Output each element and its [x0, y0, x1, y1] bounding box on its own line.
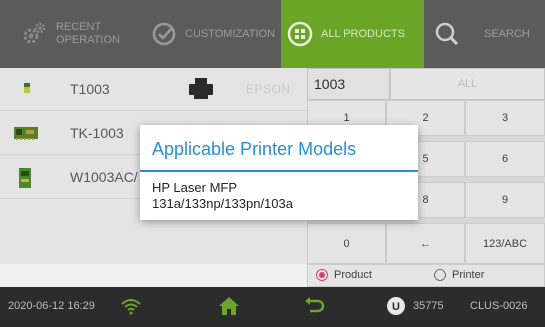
status-device-id: CLUS-0026 [470, 300, 528, 312]
search-mode-group: Product Printer [307, 264, 545, 287]
dialog-line-1: HP Laser MFP [152, 180, 238, 195]
tab-customization-label: CUSTOMIZATION [185, 27, 276, 40]
radio-product[interactable]: Product [316, 269, 372, 281]
radio-printer[interactable]: Printer [434, 269, 484, 281]
status-datetime: 2020-06-12 16:29 [8, 300, 95, 312]
gears-icon [20, 20, 48, 48]
home-icon[interactable] [218, 296, 240, 319]
user-badge-icon: U [386, 296, 406, 319]
dialog-line-2: 131a/133np/133pn/103a [152, 196, 293, 211]
search-display[interactable]: 1003 [307, 68, 390, 100]
radio-unselected-icon [434, 269, 446, 281]
key-backspace[interactable]: ← [386, 223, 465, 264]
radio-selected-icon [316, 269, 328, 281]
products-grid-icon [287, 21, 313, 47]
top-nav: RECENT OPERATION CUSTOMIZATION ALL PRODU… [0, 0, 545, 68]
tab-all-products-label: ALL PRODUCTS [321, 27, 405, 40]
key-3[interactable]: 3 [465, 100, 545, 136]
product-brand: EPSON [246, 82, 291, 96]
all-button[interactable]: ALL [390, 68, 545, 100]
svg-text:U: U [392, 301, 400, 313]
dialog-title: Applicable Printer Models [152, 139, 357, 159]
key-0[interactable]: 0 [307, 223, 386, 264]
chip-board-icon [14, 165, 38, 189]
tab-search-label: SEARCH [484, 27, 530, 40]
back-icon[interactable] [304, 296, 326, 319]
search-icon [434, 21, 460, 47]
tab-recent-operation[interactable]: RECENT OPERATION [0, 0, 145, 68]
tab-customization[interactable]: CUSTOMIZATION [145, 0, 281, 68]
applicable-printers-dialog: Applicable Printer Models HP Laser MFP 1… [140, 125, 418, 220]
radio-product-label: Product [334, 269, 372, 281]
dialog-divider [140, 170, 418, 172]
key-6[interactable]: 6 [465, 141, 545, 177]
list-item[interactable]: T1003 EPSON [0, 68, 307, 111]
tab-recent-label-1: RECENT [56, 21, 102, 33]
dialog-body: HP Laser MFP 131a/133np/133pn/103a [152, 180, 293, 212]
toner-chip-icon [18, 77, 36, 101]
tab-all-products[interactable]: ALL PRODUCTS [281, 0, 424, 68]
tab-search[interactable]: SEARCH [424, 0, 545, 68]
status-balance: 35775 [413, 300, 444, 312]
wifi-icon [120, 297, 142, 318]
status-bar: 2020-06-12 16:29 U 35775 CLUS-0026 [0, 287, 545, 327]
product-code: TK-1003 [70, 125, 124, 141]
tab-recent-label-2: OPERATION [56, 34, 120, 46]
radio-printer-label: Printer [452, 269, 485, 281]
chip-board-icon [12, 121, 42, 145]
check-circle-icon [151, 21, 177, 47]
product-code: W1003AC/ [70, 169, 138, 185]
key-toggle-input-mode[interactable]: 123/ABC [465, 223, 545, 264]
product-code: T1003 [70, 81, 110, 97]
printer-icon [188, 78, 214, 105]
key-9[interactable]: 9 [465, 182, 545, 218]
